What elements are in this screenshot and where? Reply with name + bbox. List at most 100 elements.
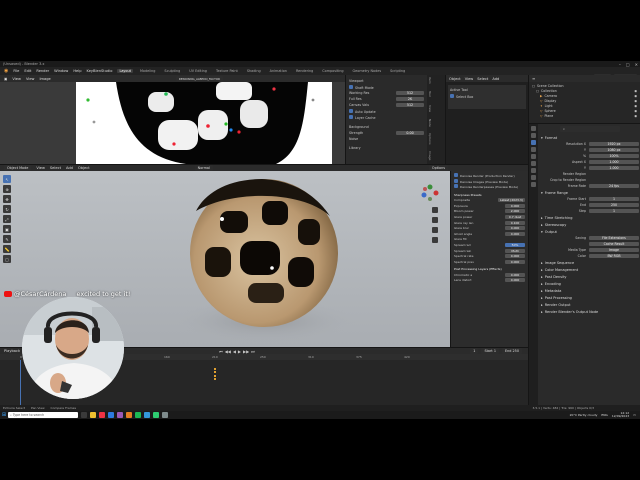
tab-texture-paint[interactable]: Texture Paint xyxy=(214,69,240,73)
keyframe-marker[interactable] xyxy=(214,368,216,380)
render-tab-icon[interactable] xyxy=(531,133,536,138)
jump-start-icon[interactable]: ⏮ xyxy=(219,349,223,354)
output-tab-icon[interactable] xyxy=(531,140,536,145)
blender-icon[interactable] xyxy=(126,412,132,418)
notification-icon[interactable]: ▭ xyxy=(633,413,636,417)
full-res-field[interactable]: 2K xyxy=(396,97,424,101)
checkbox-icon[interactable] xyxy=(454,173,458,178)
menu-file[interactable]: File xyxy=(13,69,19,73)
properties-section[interactable]: ▸ Post Density xyxy=(541,273,639,280)
rotate-tool-icon[interactable]: ↻ xyxy=(3,205,11,213)
properties-section[interactable]: ▸ Stereoscopy xyxy=(541,221,639,228)
expand-arrow-icon[interactable]: ▸ xyxy=(541,223,543,227)
next-key-icon[interactable]: ▶▶ xyxy=(243,349,249,354)
properties-section[interactable]: ▾ Frame Range xyxy=(541,189,639,196)
expand-arrow-icon[interactable]: ▸ xyxy=(541,282,543,286)
vtab-image[interactable]: Image xyxy=(428,151,432,160)
minimize-icon[interactable]: – xyxy=(619,62,621,67)
property-field[interactable]: BW RGB xyxy=(589,254,639,258)
expand-arrow-icon[interactable]: ▸ xyxy=(541,275,543,279)
vtab-view[interactable]: View xyxy=(428,105,432,112)
close-icon[interactable]: ✕ xyxy=(635,62,638,67)
tab-compositing[interactable]: Compositing xyxy=(320,69,345,73)
image-editor-type-icon[interactable]: ▣ xyxy=(4,77,7,81)
clock[interactable]: 12:12 12/09/2023 xyxy=(612,411,629,419)
vtab-tool[interactable]: Tool xyxy=(428,91,432,97)
property-field[interactable]: 1.000 xyxy=(589,166,639,170)
properties-section[interactable]: ▸ Post Processing xyxy=(541,294,639,301)
menu-addon[interactable]: KeyBlenStudio xyxy=(87,69,113,73)
properties-section[interactable]: ▾ Output xyxy=(541,228,639,235)
rp-value-field[interactable]: 0.000 xyxy=(505,226,525,231)
checkbox-icon[interactable] xyxy=(349,114,353,119)
property-field[interactable]: 24 fps xyxy=(589,184,639,188)
measure-tool-icon[interactable]: 📏 xyxy=(3,245,11,253)
scale-tool-icon[interactable]: ⤢ xyxy=(3,215,11,223)
expand-arrow-icon[interactable]: ▸ xyxy=(541,310,543,314)
expand-arrow-icon[interactable]: ▾ xyxy=(541,230,543,234)
add-cube-tool-icon[interactable]: ▢ xyxy=(3,255,11,263)
properties-section[interactable]: ▸ Encoding xyxy=(541,280,639,287)
expand-arrow-icon[interactable]: ▸ xyxy=(541,216,543,220)
viewport-menu-object[interactable]: Object xyxy=(78,166,90,170)
app-icon[interactable] xyxy=(144,412,150,418)
properties-section[interactable]: ▸ Render Output xyxy=(541,301,639,308)
checkbox-icon[interactable] xyxy=(349,84,353,89)
image-menu-view-2[interactable]: View xyxy=(26,77,35,81)
property-field[interactable]: Image xyxy=(589,248,639,252)
rp-value-field[interactable]: 0.7 dust xyxy=(505,214,525,219)
visibility-icon[interactable]: ◉ xyxy=(634,114,637,118)
viewport-menu-add[interactable]: Add xyxy=(66,166,73,170)
node-menu-select[interactable]: Select xyxy=(477,77,488,81)
node-menu-add[interactable]: Add xyxy=(492,77,499,81)
checkbox-icon[interactable] xyxy=(349,108,353,113)
app-icon[interactable] xyxy=(117,412,123,418)
visibility-icon[interactable]: ◉ xyxy=(634,89,637,93)
property-field[interactable]: 1 xyxy=(589,209,639,213)
rp-check-row[interactable]: Denoise Renderpasses (Preview Mode) xyxy=(454,184,525,190)
property-field[interactable]: 1 xyxy=(589,197,639,201)
working-res-field[interactable]: 512 xyxy=(396,91,424,95)
tab-sculpting[interactable]: Sculpting xyxy=(162,69,182,73)
task-view-icon[interactable] xyxy=(81,412,87,418)
jump-end-icon[interactable]: ⏭ xyxy=(251,349,255,354)
zoom-icon[interactable] xyxy=(432,207,438,213)
rp-value-field[interactable]: 2.000 xyxy=(505,209,525,214)
checkbox-icon[interactable] xyxy=(454,184,458,189)
tab-geometry-nodes[interactable]: Geometry Nodes xyxy=(351,69,384,73)
select-box-tool[interactable]: Select Box xyxy=(450,93,524,99)
weather-widget[interactable]: 20°C Partly cloudy xyxy=(570,413,598,417)
vtab-options[interactable]: Options xyxy=(428,133,432,145)
modifier-tab-icon[interactable] xyxy=(531,175,536,180)
strength-field[interactable]: 0.00 xyxy=(396,131,424,135)
rp-value-field[interactable]: Multi xyxy=(505,248,525,253)
spotify-icon[interactable] xyxy=(135,412,141,418)
image-menu-view[interactable]: View xyxy=(12,77,21,81)
scene-tab-icon[interactable] xyxy=(531,154,536,159)
expand-arrow-icon[interactable]: ▸ xyxy=(541,303,543,307)
property-field[interactable]: File Extensions xyxy=(589,236,639,240)
rp-value-field[interactable]: 50% xyxy=(505,242,525,247)
maximize-icon[interactable]: □ xyxy=(626,62,630,67)
physics-tab-icon[interactable] xyxy=(531,182,536,187)
perspective-toggle-icon[interactable] xyxy=(432,237,438,243)
playhead[interactable] xyxy=(20,360,21,405)
visibility-icon[interactable]: ◉ xyxy=(634,99,637,103)
rp-value-field[interactable]: 0.000 xyxy=(505,231,525,236)
tab-shading[interactable]: Shading xyxy=(245,69,263,73)
property-field[interactable]: 1080 px xyxy=(589,148,639,152)
app-icon[interactable] xyxy=(162,412,168,418)
pan-icon[interactable] xyxy=(432,217,438,223)
play-icon[interactable]: ▶ xyxy=(238,349,241,354)
tab-rendering[interactable]: Rendering xyxy=(294,69,315,73)
rp-value-field[interactable]: 0.000 xyxy=(505,254,525,259)
rp-value-field[interactable]: 0.100 xyxy=(505,220,525,225)
expand-arrow-icon[interactable]: ▾ xyxy=(541,191,543,195)
menu-edit[interactable]: Edit xyxy=(24,69,31,73)
properties-section[interactable]: ▸ Time Stretching xyxy=(541,214,639,221)
property-field[interactable]: 100% xyxy=(589,154,639,158)
tab-layout[interactable]: Layout xyxy=(117,69,133,73)
timeline-menu-playback[interactable]: Playback xyxy=(4,349,20,353)
app-icon[interactable] xyxy=(153,412,159,418)
outliner-row[interactable]: ▽ Plane ◉ xyxy=(532,113,637,118)
